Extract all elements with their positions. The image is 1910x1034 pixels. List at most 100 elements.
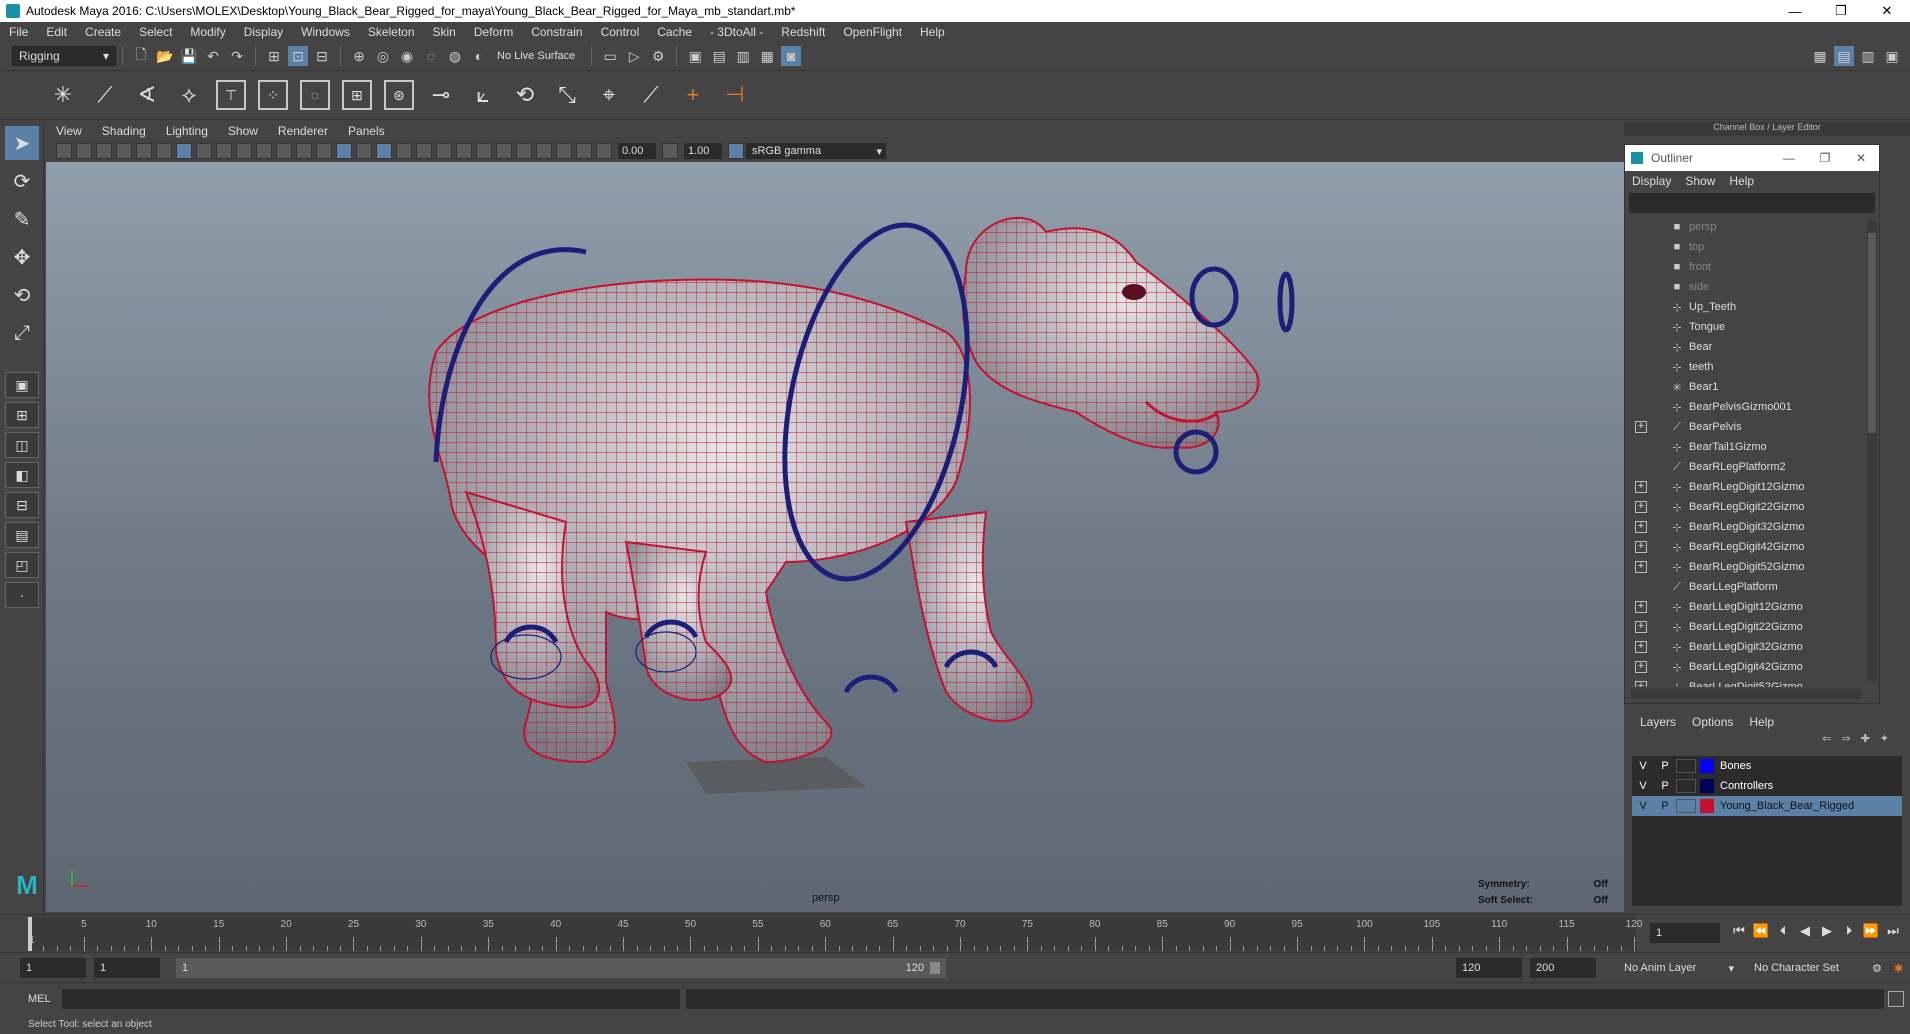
select-camera-icon[interactable] bbox=[56, 143, 72, 159]
layer-row[interactable]: V P Bones bbox=[1632, 756, 1902, 776]
select-tool-icon[interactable]: ➤ bbox=[5, 126, 39, 160]
viewport-menu-shading[interactable]: Shading bbox=[92, 124, 156, 138]
point-constraint-icon[interactable]: ⊸ bbox=[426, 80, 456, 110]
timeline-track[interactable]: 1 5 10 15 20 25 30 35 40 45 50 55 60 65 70 75 80 85 90 95 10… bbox=[28, 917, 1642, 951]
xray-active-icon[interactable] bbox=[556, 143, 572, 159]
playback-end-field[interactable]: 120 bbox=[1456, 958, 1522, 978]
menu-cache[interactable]: Cache bbox=[648, 25, 701, 39]
undo-icon[interactable]: ↶ bbox=[203, 46, 223, 66]
snap-view-icon[interactable]: ◌ bbox=[421, 46, 441, 66]
parent-constraint-icon[interactable]: ⌖ bbox=[594, 80, 624, 110]
menu-edit[interactable]: Edit bbox=[37, 25, 76, 39]
grease-pencil-icon[interactable] bbox=[156, 143, 172, 159]
four-pane-layout-icon[interactable]: ⊞ bbox=[5, 402, 39, 428]
preferences-icon[interactable]: ✱ bbox=[1888, 958, 1908, 978]
outliner-item[interactable]: + ⟋ BearPelvis bbox=[1625, 417, 1863, 437]
range-bar[interactable]: 1 120 bbox=[176, 958, 946, 978]
render-frame-icon[interactable]: ▤ bbox=[709, 46, 729, 66]
restore-button[interactable]: ❐ bbox=[1818, 0, 1864, 22]
outliner-horizontal-scrollbar[interactable] bbox=[1631, 689, 1861, 699]
outliner-item[interactable]: ■ top bbox=[1625, 237, 1863, 257]
menu-help[interactable]: Help bbox=[911, 25, 954, 39]
menu-3dtoall[interactable]: - 3DtoAll - bbox=[701, 25, 772, 39]
wrap-icon[interactable]: ⊞ bbox=[342, 80, 372, 110]
outliner-item[interactable]: ⟋ BearRLegPlatform2 bbox=[1625, 457, 1863, 477]
outliner-layout-icon[interactable]: ▤ bbox=[5, 522, 39, 548]
expand-icon[interactable]: + bbox=[1635, 661, 1647, 673]
smooth-shade-icon[interactable] bbox=[336, 143, 352, 159]
magnet-icon[interactable]: ◐ bbox=[469, 46, 489, 66]
locator-icon[interactable]: + bbox=[678, 80, 708, 110]
rotate-tool-icon[interactable]: ⟲ bbox=[5, 278, 39, 312]
scale-tool-icon[interactable]: ⤢ bbox=[5, 316, 39, 350]
play-forwards-icon[interactable]: ▶ bbox=[1816, 923, 1838, 939]
live-surface-label[interactable]: No Live Surface bbox=[497, 50, 575, 62]
outliner-menu-display[interactable]: Display bbox=[1625, 174, 1678, 188]
outliner-item[interactable]: ■ persp bbox=[1625, 217, 1863, 237]
outliner-item[interactable]: + ⊹ BearLLegDigit22Gizmo bbox=[1625, 617, 1863, 637]
layer-menu-help[interactable]: Help bbox=[1741, 715, 1782, 729]
viewport-scene[interactable]: Symmetry: Off Soft Select: Off persp bbox=[46, 162, 1624, 912]
select-component-icon[interactable]: ⊟ bbox=[312, 46, 332, 66]
outliner-item[interactable]: ■ front bbox=[1625, 257, 1863, 277]
viewport-menu-renderer[interactable]: Renderer bbox=[268, 124, 338, 138]
menu-redshift[interactable]: Redshift bbox=[772, 25, 834, 39]
insert-joint-icon[interactable]: ⟡ bbox=[174, 80, 204, 110]
expand-icon[interactable]: + bbox=[1635, 541, 1647, 553]
ik-spline-icon[interactable]: ∢ bbox=[132, 80, 162, 110]
expand-icon[interactable]: + bbox=[1635, 641, 1647, 653]
layer-display-type-toggle[interactable] bbox=[1676, 779, 1696, 793]
outliner-item[interactable]: ⟋ BearLLegPlatform bbox=[1625, 577, 1863, 597]
snap-grid-icon[interactable]: ⊕ bbox=[349, 46, 369, 66]
menu-skeleton[interactable]: Skeleton bbox=[359, 25, 424, 39]
color-management-icon[interactable] bbox=[728, 143, 744, 159]
expand-icon[interactable]: + bbox=[1635, 601, 1647, 613]
bear-mesh[interactable] bbox=[428, 216, 1260, 764]
layer-visibility-toggle[interactable]: V bbox=[1632, 800, 1654, 812]
view-transform-dropdown[interactable]: sRGB gamma ▾ bbox=[746, 143, 886, 159]
construction-history-icon[interactable]: ⚙ bbox=[648, 46, 668, 66]
move-layer-up-icon[interactable]: ⇐ bbox=[1822, 732, 1831, 752]
new-layer-from-selection-icon[interactable]: ✦ bbox=[1880, 732, 1889, 752]
outliner-item[interactable]: + ⊹ BearLLegDigit52Gizmo bbox=[1625, 677, 1863, 687]
hik-character-icon[interactable]: ⊣ bbox=[720, 80, 750, 110]
go-to-end-icon[interactable]: ⏭ bbox=[1882, 923, 1904, 939]
lattice-icon[interactable]: ◌ bbox=[300, 80, 330, 110]
expand-icon[interactable]: + bbox=[1635, 521, 1647, 533]
outliner-item[interactable]: ⊹ Bear bbox=[1625, 337, 1863, 357]
menu-control[interactable]: Control bbox=[592, 25, 649, 39]
snap-curve-icon[interactable]: ◎ bbox=[373, 46, 393, 66]
use-lights-icon[interactable] bbox=[416, 143, 432, 159]
xray-joints-icon[interactable] bbox=[576, 143, 592, 159]
move-tool-icon[interactable]: ✥ bbox=[5, 240, 39, 274]
layer-color-swatch[interactable] bbox=[1700, 799, 1714, 813]
menu-display[interactable]: Display bbox=[235, 25, 292, 39]
step-forward-frame-icon[interactable]: ⏵ bbox=[1838, 923, 1860, 939]
bear-model[interactable] bbox=[46, 162, 1624, 912]
layer-display-type-toggle[interactable] bbox=[1676, 799, 1696, 813]
outliner-restore-button[interactable]: ❐ bbox=[1807, 151, 1843, 165]
select-hierarchy-icon[interactable]: ⊞ bbox=[264, 46, 284, 66]
menu-select[interactable]: Select bbox=[130, 25, 181, 39]
outliner-close-button[interactable]: ✕ bbox=[1843, 151, 1879, 165]
open-scene-icon[interactable]: 📂 bbox=[155, 46, 175, 66]
modeling-toolkit-icon[interactable]: ▦ bbox=[1810, 46, 1830, 66]
layer-color-swatch[interactable] bbox=[1700, 759, 1714, 773]
hypershade-icon[interactable]: ◙ bbox=[781, 46, 802, 66]
ipr-render-icon[interactable]: ▥ bbox=[733, 46, 753, 66]
snap-surface-icon[interactable]: ◍ bbox=[445, 46, 465, 66]
shadows-icon[interactable] bbox=[436, 143, 452, 159]
bookmarks-icon[interactable] bbox=[96, 143, 112, 159]
current-frame-field[interactable]: 1 bbox=[1650, 923, 1720, 943]
outliner-item[interactable]: ✳ Bear1 bbox=[1625, 377, 1863, 397]
step-forward-key-icon[interactable]: ⏩ bbox=[1860, 923, 1882, 939]
outliner-vertical-scrollbar[interactable] bbox=[1867, 221, 1877, 681]
layer-menu-options[interactable]: Options bbox=[1684, 715, 1741, 729]
viewport-menu-panels[interactable]: Panels bbox=[338, 124, 395, 138]
expand-icon[interactable]: + bbox=[1635, 561, 1647, 573]
scale-constraint-icon[interactable]: ⤡ bbox=[552, 80, 582, 110]
script-language-label[interactable]: MEL bbox=[28, 993, 51, 1005]
scene-start-field[interactable]: 1 bbox=[20, 958, 86, 978]
script-editor-icon[interactable] bbox=[1888, 991, 1904, 1007]
layer-row[interactable]: V P Young_Black_Bear_Rigged bbox=[1632, 796, 1902, 816]
